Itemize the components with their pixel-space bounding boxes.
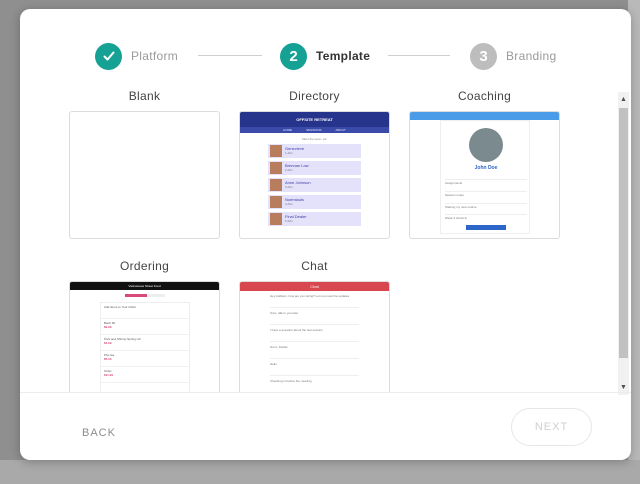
preview-header: [410, 112, 559, 120]
back-button[interactable]: BACK: [82, 427, 116, 439]
preview-profile-card: John Doe Assignments Session notes Start…: [440, 120, 530, 234]
avatar: [469, 128, 503, 162]
template-dialog: Platform 2 Template 3 Branding Blank Dir…: [20, 9, 631, 460]
preview-photo: [270, 213, 282, 225]
preview-item-meta: 5 Attn: [285, 219, 293, 223]
preview-header: Vietnamese Street Food: [70, 282, 219, 290]
step-number: 3: [470, 42, 497, 70]
preview-item-meta: 3 Attn: [285, 185, 293, 189]
step-branding[interactable]: 3 Branding: [470, 42, 556, 70]
scroll-up-icon[interactable]: ▲: [618, 94, 629, 106]
preview-order-item: Pho Ga $5.00: [101, 351, 189, 367]
template-title-coaching: Coaching: [457, 89, 512, 103]
preview-photo: [270, 196, 282, 208]
preview-message: Hello: [270, 362, 359, 376]
dialog-footer: BACK NEXT: [20, 392, 631, 460]
step-platform[interactable]: Platform: [95, 42, 178, 70]
template-card-coaching[interactable]: John Doe Assignments Session notes Start…: [409, 111, 560, 239]
preview-order-item: Pork and Shrimp Spring roll $4.99: [101, 335, 189, 351]
step-label: Branding: [506, 49, 557, 63]
scrollbar-thumb[interactable]: [619, 108, 628, 358]
preview-nav-item: SESSIONS: [306, 128, 322, 132]
preview-row: Starting my new routine: [445, 203, 527, 209]
preview-message: Got it, thanks: [270, 345, 359, 359]
preview-row: Session notes: [445, 191, 527, 197]
preview-list-item: Noemiauls 4 Attn: [268, 195, 361, 209]
preview-photo: [270, 145, 282, 157]
preview-button: [466, 225, 506, 230]
preview-order-box: Add items to Your Order Banh Mi $9.99 Por…: [100, 302, 190, 392]
preview-item-meta: 2 Attn: [285, 168, 293, 172]
preview-photo: [270, 162, 282, 174]
preview-photo: [270, 179, 282, 191]
gallery-scrollbar[interactable]: ▲ ▼: [618, 92, 629, 395]
preview-header: Chat: [240, 282, 389, 291]
preview-message: I have a question about the last session: [270, 328, 359, 342]
stepper: Platform 2 Template 3 Branding: [20, 41, 631, 71]
next-button[interactable]: NEXT: [511, 408, 592, 446]
template-card-chat[interactable]: Chat Hey Addison, how are you doing? Let…: [239, 281, 390, 392]
check-icon: [103, 51, 114, 61]
preview-list-item: Anne Johnson 3 Attn: [268, 178, 361, 192]
preview-nav-item: ABOUT: [335, 128, 346, 132]
preview-profile-name: John Doe: [474, 165, 498, 171]
template-title-directory: Directory: [289, 89, 340, 103]
step-template[interactable]: 2 Template: [280, 42, 370, 70]
step-number: 2: [280, 42, 307, 70]
background-bottom: [0, 460, 640, 484]
preview-message: Hey Addison, how are you doing? Let me k…: [270, 294, 359, 308]
template-card-ordering[interactable]: Vietnamese Street Food Add items to Your…: [69, 281, 220, 392]
step-label: Platform: [131, 49, 179, 63]
step-complete-circle: [95, 42, 122, 70]
preview-nav: HOME SESSIONS ABOUT: [240, 127, 389, 133]
preview-progress: [125, 294, 165, 297]
preview-order-item: Order $11.99: [101, 367, 189, 383]
preview-item-meta: 4 Attn: [285, 202, 293, 206]
step-connector: [388, 55, 450, 56]
preview-nav-item: HOME: [283, 128, 293, 132]
template-title-ordering: Ordering: [119, 259, 170, 273]
preview-header: OFFSITE RETREAT: [240, 112, 389, 127]
template-card-blank[interactable]: [69, 111, 220, 239]
preview-row: Week 2 check-in: [445, 214, 527, 220]
step-connector: [198, 55, 262, 56]
preview-list-item: Final Dealer 5 Attn: [268, 212, 361, 226]
template-gallery[interactable]: Blank Directory OFFSITE RETREAT HOME SES…: [20, 89, 631, 392]
preview-message: Checking in before the meeting: [270, 379, 359, 392]
step-label: Template: [316, 49, 371, 63]
preview-list-item: Genevieve 1 Attn: [268, 144, 361, 158]
preview-subtitle: Meet the team, etc: [302, 137, 327, 141]
preview-item-meta: 1 Attn: [285, 151, 293, 155]
template-title-blank: Blank: [128, 89, 161, 103]
template-card-directory[interactable]: OFFSITE RETREAT HOME SESSIONS ABOUT Meet…: [239, 111, 390, 239]
template-title-chat: Chat: [301, 259, 328, 273]
preview-row: Assignments: [445, 179, 527, 185]
preview-heading: Add items to Your Order: [101, 303, 189, 319]
preview-list-item: Brennan Low 2 Attn: [268, 161, 361, 175]
preview-order-item: Banh Mi $9.99: [101, 319, 189, 335]
preview-message: Sure, talk to you later: [270, 311, 359, 325]
